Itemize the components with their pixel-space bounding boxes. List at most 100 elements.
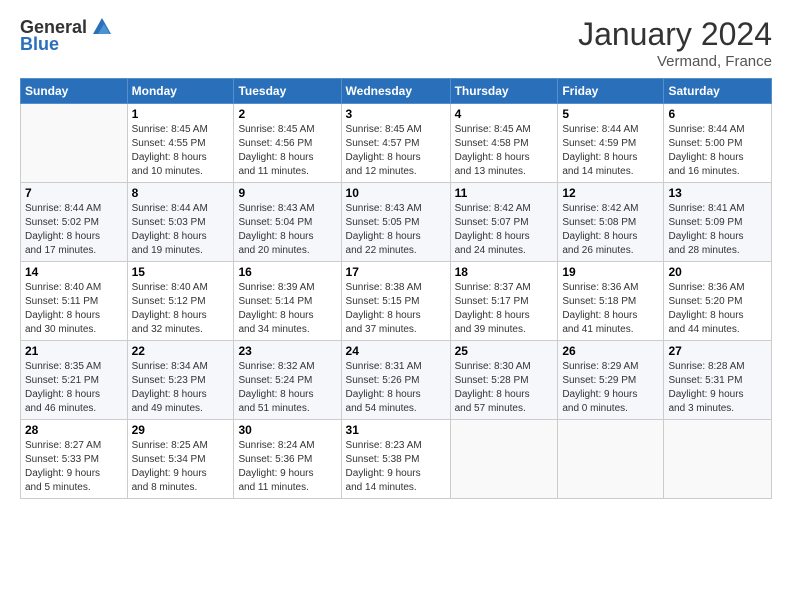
day-number: 29 [132, 423, 230, 437]
day-number: 13 [668, 186, 767, 200]
day-number: 31 [346, 423, 446, 437]
day-number: 7 [25, 186, 123, 200]
calendar-table: SundayMondayTuesdayWednesdayThursdayFrid… [20, 78, 772, 499]
day-number: 28 [25, 423, 123, 437]
day-number: 9 [238, 186, 336, 200]
day-number: 16 [238, 265, 336, 279]
day-info: Sunrise: 8:27 AM Sunset: 5:33 PM Dayligh… [25, 439, 123, 495]
calendar-cell: 15 Sunrise: 8:40 AM Sunset: 5:12 PM Dayli… [127, 262, 234, 341]
calendar-week-5: 28 Sunrise: 8:27 AM Sunset: 5:33 PM Dayli… [21, 420, 772, 499]
day-number: 8 [132, 186, 230, 200]
calendar-cell: 14 Sunrise: 8:40 AM Sunset: 5:11 PM Dayli… [21, 262, 128, 341]
calendar-cell: 11 Sunrise: 8:42 AM Sunset: 5:07 PM Dayli… [450, 183, 558, 262]
day-number: 17 [346, 265, 446, 279]
day-number: 19 [562, 265, 659, 279]
day-number: 21 [25, 344, 123, 358]
calendar-week-1: 1 Sunrise: 8:45 AM Sunset: 4:55 PM Daylig… [21, 104, 772, 183]
logo-blue-text: Blue [20, 34, 59, 55]
day-number: 5 [562, 107, 659, 121]
calendar-cell [664, 420, 772, 499]
day-number: 22 [132, 344, 230, 358]
day-number: 1 [132, 107, 230, 121]
day-number: 27 [668, 344, 767, 358]
calendar-cell: 12Sunrise: 8:42 AM Sunset: 5:08 PM Dayli… [558, 183, 664, 262]
calendar-cell: 1 Sunrise: 8:45 AM Sunset: 4:55 PM Daylig… [127, 104, 234, 183]
calendar-cell: 2 Sunrise: 8:45 AM Sunset: 4:56 PM Daylig… [234, 104, 341, 183]
day-number: 12 [562, 186, 659, 200]
day-info: Sunrise: 8:43 AM Sunset: 5:05 PM Dayligh… [346, 202, 446, 258]
calendar-week-2: 7 Sunrise: 8:44 AM Sunset: 5:02 PM Daylig… [21, 183, 772, 262]
calendar-week-3: 14 Sunrise: 8:40 AM Sunset: 5:11 PM Dayli… [21, 262, 772, 341]
calendar-cell: 9Sunrise: 8:43 AM Sunset: 5:04 PM Daylig… [234, 183, 341, 262]
weekday-header-row: SundayMondayTuesdayWednesdayThursdayFrid… [21, 79, 772, 104]
calendar-cell: 21Sunrise: 8:35 AM Sunset: 5:21 PM Dayli… [21, 341, 128, 420]
day-number: 30 [238, 423, 336, 437]
day-info: Sunrise: 8:31 AM Sunset: 5:26 PM Dayligh… [346, 360, 446, 416]
day-number: 3 [346, 107, 446, 121]
day-info: Sunrise: 8:32 AM Sunset: 5:24 PM Dayligh… [238, 360, 336, 416]
day-info: Sunrise: 8:30 AM Sunset: 5:28 PM Dayligh… [455, 360, 554, 416]
calendar-cell: 24 Sunrise: 8:31 AM Sunset: 5:26 PM Dayli… [341, 341, 450, 420]
calendar-cell: 18 Sunrise: 8:37 AM Sunset: 5:17 PM Dayli… [450, 262, 558, 341]
day-info: Sunrise: 8:25 AM Sunset: 5:34 PM Dayligh… [132, 439, 230, 495]
day-info: Sunrise: 8:44 AM Sunset: 5:02 PM Dayligh… [25, 202, 123, 258]
day-number: 10 [346, 186, 446, 200]
day-info: Sunrise: 8:24 AM Sunset: 5:36 PM Dayligh… [238, 439, 336, 495]
day-info: Sunrise: 8:41 AM Sunset: 5:09 PM Dayligh… [668, 202, 767, 258]
calendar-cell: 26 Sunrise: 8:29 AM Sunset: 5:29 PM Dayli… [558, 341, 664, 420]
calendar-cell: 19 Sunrise: 8:36 AM Sunset: 5:18 PM Dayli… [558, 262, 664, 341]
calendar-cell: 8 Sunrise: 8:44 AM Sunset: 5:03 PM Daylig… [127, 183, 234, 262]
day-info: Sunrise: 8:45 AM Sunset: 4:55 PM Dayligh… [132, 123, 230, 179]
location-subtitle: Vermand, France [578, 53, 772, 70]
month-year-title: January 2024 [578, 16, 772, 53]
weekday-header-saturday: Saturday [664, 79, 772, 104]
weekday-header-wednesday: Wednesday [341, 79, 450, 104]
day-number: 18 [455, 265, 554, 279]
weekday-header-monday: Monday [127, 79, 234, 104]
day-info: Sunrise: 8:40 AM Sunset: 5:11 PM Dayligh… [25, 281, 123, 337]
day-number: 24 [346, 344, 446, 358]
day-number: 15 [132, 265, 230, 279]
title-block: January 2024 Vermand, France [578, 16, 772, 70]
day-info: Sunrise: 8:38 AM Sunset: 5:15 PM Dayligh… [346, 281, 446, 337]
day-number: 14 [25, 265, 123, 279]
day-info: Sunrise: 8:40 AM Sunset: 5:12 PM Dayligh… [132, 281, 230, 337]
day-number: 4 [455, 107, 554, 121]
day-info: Sunrise: 8:34 AM Sunset: 5:23 PM Dayligh… [132, 360, 230, 416]
day-number: 23 [238, 344, 336, 358]
day-info: Sunrise: 8:45 AM Sunset: 4:56 PM Dayligh… [238, 123, 336, 179]
day-info: Sunrise: 8:23 AM Sunset: 5:38 PM Dayligh… [346, 439, 446, 495]
day-number: 2 [238, 107, 336, 121]
calendar-week-4: 21Sunrise: 8:35 AM Sunset: 5:21 PM Dayli… [21, 341, 772, 420]
page: General Blue January 2024 Vermand, Franc… [0, 0, 792, 612]
weekday-header-sunday: Sunday [21, 79, 128, 104]
calendar-cell: 25 Sunrise: 8:30 AM Sunset: 5:28 PM Dayli… [450, 341, 558, 420]
calendar-cell: 16Sunrise: 8:39 AM Sunset: 5:14 PM Dayli… [234, 262, 341, 341]
calendar-cell [450, 420, 558, 499]
day-number: 26 [562, 344, 659, 358]
calendar-cell: 3 Sunrise: 8:45 AM Sunset: 4:57 PM Daylig… [341, 104, 450, 183]
day-number: 20 [668, 265, 767, 279]
day-info: Sunrise: 8:36 AM Sunset: 5:20 PM Dayligh… [668, 281, 767, 337]
day-number: 11 [455, 186, 554, 200]
calendar-cell: 23 Sunrise: 8:32 AM Sunset: 5:24 PM Dayli… [234, 341, 341, 420]
day-info: Sunrise: 8:36 AM Sunset: 5:18 PM Dayligh… [562, 281, 659, 337]
day-info: Sunrise: 8:42 AM Sunset: 5:07 PM Dayligh… [455, 202, 554, 258]
calendar-cell [21, 104, 128, 183]
day-number: 6 [668, 107, 767, 121]
day-info: Sunrise: 8:44 AM Sunset: 5:00 PM Dayligh… [668, 123, 767, 179]
calendar-cell: 27Sunrise: 8:28 AM Sunset: 5:31 PM Dayli… [664, 341, 772, 420]
calendar-cell: 17 Sunrise: 8:38 AM Sunset: 5:15 PM Dayli… [341, 262, 450, 341]
day-info: Sunrise: 8:37 AM Sunset: 5:17 PM Dayligh… [455, 281, 554, 337]
calendar-cell [558, 420, 664, 499]
calendar-cell: 4Sunrise: 8:45 AM Sunset: 4:58 PM Daylig… [450, 104, 558, 183]
day-info: Sunrise: 8:29 AM Sunset: 5:29 PM Dayligh… [562, 360, 659, 416]
calendar-cell: 22 Sunrise: 8:34 AM Sunset: 5:23 PM Dayli… [127, 341, 234, 420]
calendar-cell: 30 Sunrise: 8:24 AM Sunset: 5:36 PM Dayli… [234, 420, 341, 499]
day-number: 25 [455, 344, 554, 358]
header: General Blue January 2024 Vermand, Franc… [20, 16, 772, 70]
logo: General Blue [20, 16, 113, 55]
calendar-cell: 6 Sunrise: 8:44 AM Sunset: 5:00 PM Daylig… [664, 104, 772, 183]
day-info: Sunrise: 8:44 AM Sunset: 5:03 PM Dayligh… [132, 202, 230, 258]
day-info: Sunrise: 8:45 AM Sunset: 4:57 PM Dayligh… [346, 123, 446, 179]
